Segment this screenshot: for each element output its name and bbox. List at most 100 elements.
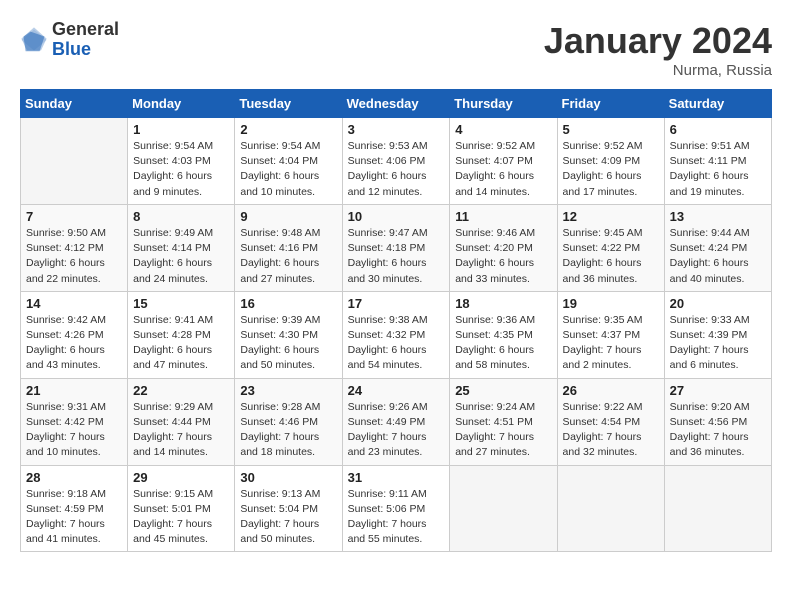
column-header-sunday: Sunday [21,90,128,118]
logo-icon [20,26,48,54]
calendar-cell [664,465,771,552]
day-number: 7 [26,209,122,224]
calendar-cell: 12Sunrise: 9:45 AMSunset: 4:22 PMDayligh… [557,204,664,291]
day-number: 22 [133,383,229,398]
day-info: Sunrise: 9:45 AMSunset: 4:22 PMDaylight:… [563,226,659,287]
day-info: Sunrise: 9:24 AMSunset: 4:51 PMDaylight:… [455,400,551,461]
day-number: 23 [240,383,336,398]
day-info: Sunrise: 9:51 AMSunset: 4:11 PMDaylight:… [670,139,766,200]
day-number: 27 [670,383,766,398]
day-number: 16 [240,296,336,311]
day-info: Sunrise: 9:54 AMSunset: 4:04 PMDaylight:… [240,139,336,200]
day-info: Sunrise: 9:46 AMSunset: 4:20 PMDaylight:… [455,226,551,287]
calendar-week-row: 14 Sunrise: 9:42 AMSunset: 4:26 PMDayligh… [21,291,772,378]
calendar-cell [21,118,128,205]
day-info: Sunrise: 9:41 AMSunset: 4:28 PMDaylight:… [133,313,229,374]
day-info: Sunrise: 9:28 AMSunset: 4:46 PMDaylight:… [240,400,336,461]
column-header-tuesday: Tuesday [235,90,342,118]
calendar-cell: 26 Sunrise: 9:22 AMSunset: 4:54 PMDayligh… [557,378,664,465]
calendar-cell: 1 Sunrise: 9:54 AMSunset: 4:03 PMDaylight… [128,118,235,205]
day-info: Sunrise: 9:38 AMSunset: 4:32 PMDaylight:… [348,313,445,374]
column-header-wednesday: Wednesday [342,90,450,118]
day-info: Sunrise: 9:18 AMSunset: 4:59 PMDaylight:… [26,487,122,548]
logo-blue: Blue [52,40,119,60]
calendar-cell: 19 Sunrise: 9:35 AMSunset: 4:37 PMDayligh… [557,291,664,378]
day-number: 30 [240,470,336,485]
calendar-cell: 24 Sunrise: 9:26 AMSunset: 4:49 PMDayligh… [342,378,450,465]
calendar-cell: 22Sunrise: 9:29 AMSunset: 4:44 PMDayligh… [128,378,235,465]
calendar-cell: 21 Sunrise: 9:31 AMSunset: 4:42 PMDayligh… [21,378,128,465]
day-number: 3 [348,122,445,137]
day-number: 20 [670,296,766,311]
month-title: January 2024 [544,20,772,62]
day-info: Sunrise: 9:44 AMSunset: 4:24 PMDaylight:… [670,226,766,287]
day-info: Sunrise: 9:48 AMSunset: 4:16 PMDaylight:… [240,226,336,287]
day-number: 2 [240,122,336,137]
title-area: January 2024 Nurma, Russia [544,20,772,79]
day-info: Sunrise: 9:13 AMSunset: 5:04 PMDaylight:… [240,487,336,548]
day-info: Sunrise: 9:47 AMSunset: 4:18 PMDaylight:… [348,226,445,287]
day-number: 26 [563,383,659,398]
day-info: Sunrise: 9:42 AMSunset: 4:26 PMDaylight:… [26,313,122,374]
day-number: 28 [26,470,122,485]
calendar-cell: 11 Sunrise: 9:46 AMSunset: 4:20 PMDayligh… [450,204,557,291]
day-number: 13 [670,209,766,224]
calendar-cell [450,465,557,552]
day-info: Sunrise: 9:31 AMSunset: 4:42 PMDaylight:… [26,400,122,461]
day-number: 11 [455,209,551,224]
calendar-cell: 29 Sunrise: 9:15 AMSunset: 5:01 PMDayligh… [128,465,235,552]
column-header-friday: Friday [557,90,664,118]
day-number: 31 [348,470,445,485]
day-info: Sunrise: 9:15 AMSunset: 5:01 PMDaylight:… [133,487,229,548]
calendar-cell [557,465,664,552]
day-number: 9 [240,209,336,224]
day-info: Sunrise: 9:39 AMSunset: 4:30 PMDaylight:… [240,313,336,374]
calendar-cell: 16 Sunrise: 9:39 AMSunset: 4:30 PMDayligh… [235,291,342,378]
day-number: 29 [133,470,229,485]
calendar-cell: 28 Sunrise: 9:18 AMSunset: 4:59 PMDayligh… [21,465,128,552]
column-header-monday: Monday [128,90,235,118]
day-info: Sunrise: 9:52 AMSunset: 4:09 PMDaylight:… [563,139,659,200]
day-info: Sunrise: 9:49 AMSunset: 4:14 PMDaylight:… [133,226,229,287]
day-number: 25 [455,383,551,398]
calendar-week-row: 28 Sunrise: 9:18 AMSunset: 4:59 PMDayligh… [21,465,772,552]
calendar-cell: 13 Sunrise: 9:44 AMSunset: 4:24 PMDayligh… [664,204,771,291]
calendar-cell: 18Sunrise: 9:36 AMSunset: 4:35 PMDayligh… [450,291,557,378]
column-header-saturday: Saturday [664,90,771,118]
calendar-cell: 3 Sunrise: 9:53 AMSunset: 4:06 PMDaylight… [342,118,450,205]
day-info: Sunrise: 9:11 AMSunset: 5:06 PMDaylight:… [348,487,445,548]
day-number: 1 [133,122,229,137]
day-info: Sunrise: 9:35 AMSunset: 4:37 PMDaylight:… [563,313,659,374]
calendar-cell: 17 Sunrise: 9:38 AMSunset: 4:32 PMDayligh… [342,291,450,378]
calendar-cell: 31 Sunrise: 9:11 AMSunset: 5:06 PMDayligh… [342,465,450,552]
day-info: Sunrise: 9:54 AMSunset: 4:03 PMDaylight:… [133,139,229,200]
calendar-cell: 27 Sunrise: 9:20 AMSunset: 4:56 PMDayligh… [664,378,771,465]
calendar-cell: 6Sunrise: 9:51 AMSunset: 4:11 PMDaylight… [664,118,771,205]
day-number: 4 [455,122,551,137]
calendar-cell: 15 Sunrise: 9:41 AMSunset: 4:28 PMDayligh… [128,291,235,378]
day-info: Sunrise: 9:20 AMSunset: 4:56 PMDaylight:… [670,400,766,461]
logo-general: General [52,20,119,40]
calendar-cell: 8Sunrise: 9:49 AMSunset: 4:14 PMDaylight… [128,204,235,291]
logo-text: General Blue [52,20,119,60]
calendar-cell: 30 Sunrise: 9:13 AMSunset: 5:04 PMDayligh… [235,465,342,552]
calendar-cell: 2 Sunrise: 9:54 AMSunset: 4:04 PMDaylight… [235,118,342,205]
calendar-cell: 25 Sunrise: 9:24 AMSunset: 4:51 PMDayligh… [450,378,557,465]
day-number: 19 [563,296,659,311]
day-number: 21 [26,383,122,398]
calendar-week-row: 21 Sunrise: 9:31 AMSunset: 4:42 PMDayligh… [21,378,772,465]
day-info: Sunrise: 9:50 AMSunset: 4:12 PMDaylight:… [26,226,122,287]
calendar-cell: 4Sunrise: 9:52 AMSunset: 4:07 PMDaylight… [450,118,557,205]
calendar-cell: 5 Sunrise: 9:52 AMSunset: 4:09 PMDaylight… [557,118,664,205]
day-number: 5 [563,122,659,137]
calendar-header-row: SundayMondayTuesdayWednesdayThursdayFrid… [21,90,772,118]
day-info: Sunrise: 9:22 AMSunset: 4:54 PMDaylight:… [563,400,659,461]
column-header-thursday: Thursday [450,90,557,118]
day-number: 14 [26,296,122,311]
day-number: 24 [348,383,445,398]
calendar-cell: 7 Sunrise: 9:50 AMSunset: 4:12 PMDaylight… [21,204,128,291]
day-info: Sunrise: 9:26 AMSunset: 4:49 PMDaylight:… [348,400,445,461]
day-number: 15 [133,296,229,311]
day-number: 17 [348,296,445,311]
day-info: Sunrise: 9:53 AMSunset: 4:06 PMDaylight:… [348,139,445,200]
